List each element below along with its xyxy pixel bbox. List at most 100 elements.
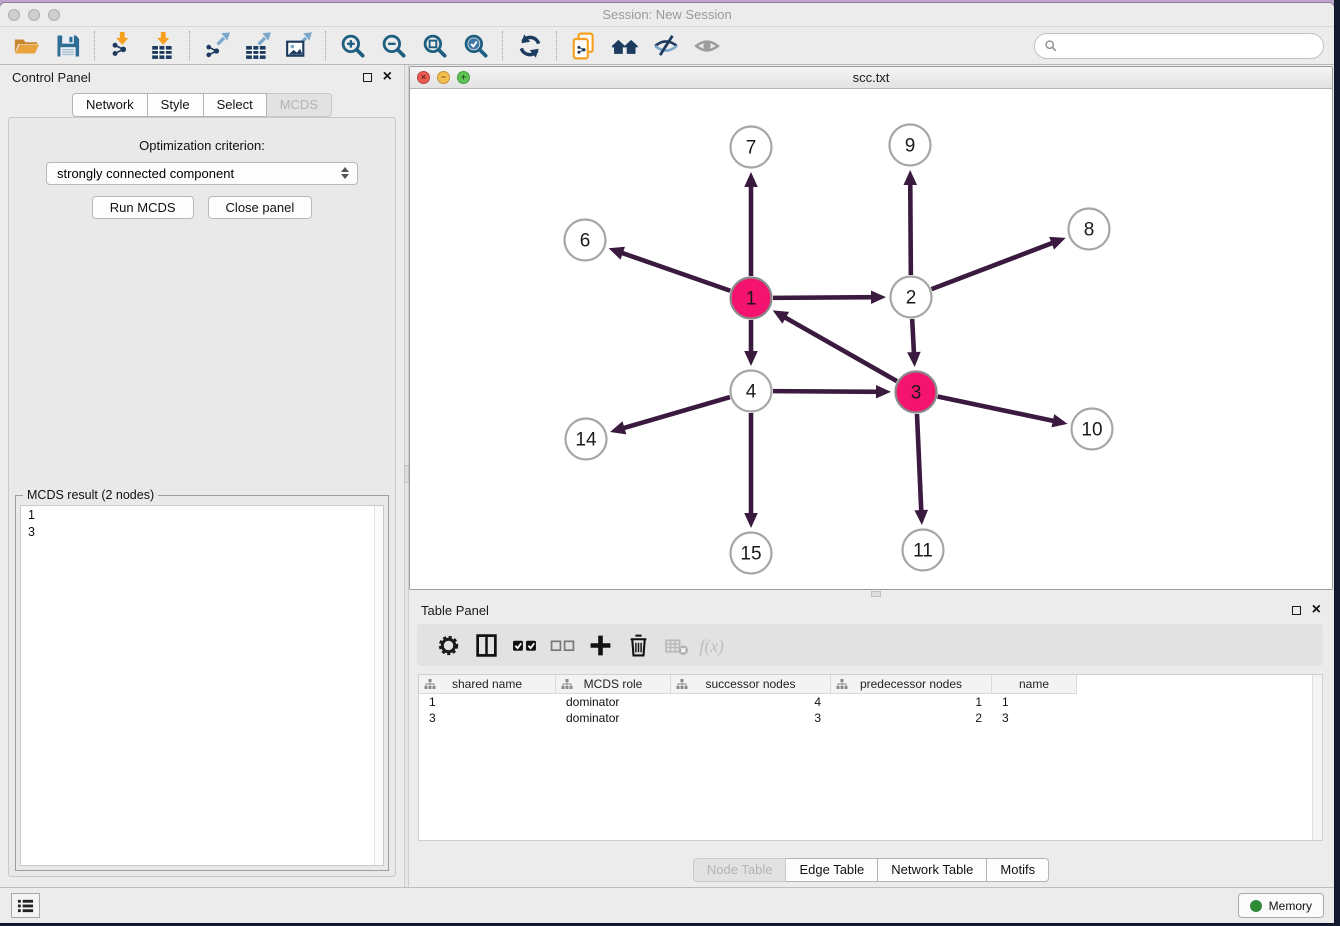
table-cell[interactable]: 2 xyxy=(831,711,992,725)
zoom-out-button[interactable] xyxy=(373,29,414,62)
task-history-button[interactable] xyxy=(11,893,40,918)
open-session-button[interactable] xyxy=(6,29,47,62)
node-15[interactable]: 15 xyxy=(731,533,772,574)
zoom-fit-button[interactable] xyxy=(414,29,455,62)
node-3[interactable]: 3 xyxy=(896,372,937,413)
save-session-button[interactable] xyxy=(47,29,88,62)
edge-4-3[interactable] xyxy=(773,385,891,399)
hide-eye-icon xyxy=(652,32,680,60)
edge-1-4[interactable] xyxy=(744,320,758,366)
tab-select[interactable]: Select xyxy=(204,93,267,117)
import-network-button[interactable] xyxy=(101,29,142,62)
splitter-grip[interactable] xyxy=(871,591,881,597)
zoom-in-icon xyxy=(339,32,367,60)
result-line: 1 xyxy=(28,507,383,524)
table-panel: Table Panel × f(x) shared nameMCDS roles… xyxy=(409,598,1333,887)
network-view-window: × − + scc.txt 1234678910111415 xyxy=(409,66,1333,590)
node-7[interactable]: 7 xyxy=(731,127,772,168)
svg-text:2: 2 xyxy=(906,288,917,309)
edge-2-9[interactable] xyxy=(903,170,917,275)
result-scrollbar[interactable] xyxy=(374,506,383,865)
edge-4-14[interactable] xyxy=(610,397,730,434)
table-row[interactable]: 3dominator323 xyxy=(419,710,1322,726)
tab-network[interactable]: Network xyxy=(72,93,148,117)
edge-2-3[interactable] xyxy=(907,319,921,367)
column-type-icon xyxy=(424,678,436,690)
edge-3-1[interactable] xyxy=(773,310,897,381)
table-cell[interactable]: 4 xyxy=(671,695,831,709)
show-columns-button[interactable] xyxy=(467,628,505,662)
delete-column-button[interactable] xyxy=(619,628,657,662)
close-panel-icon[interactable]: × xyxy=(1312,602,1321,618)
column-header-name[interactable]: name xyxy=(992,675,1077,693)
edge-2-8[interactable] xyxy=(932,237,1066,289)
node-6[interactable]: 6 xyxy=(565,220,606,261)
copy-network-button[interactable] xyxy=(563,29,604,62)
zoom-fit-icon xyxy=(421,32,449,60)
node-2[interactable]: 2 xyxy=(891,277,932,318)
table-scrollbar[interactable] xyxy=(1312,675,1322,840)
column-header-successor-nodes[interactable]: successor nodes xyxy=(671,675,831,693)
tab-mcds[interactable]: MCDS xyxy=(267,93,332,117)
column-header-shared-name[interactable]: shared name xyxy=(419,675,556,693)
table-row[interactable]: 1dominator411 xyxy=(419,694,1322,710)
edge-1-7[interactable] xyxy=(744,172,758,276)
node-8[interactable]: 8 xyxy=(1069,209,1110,250)
table-cell[interactable]: 3 xyxy=(992,711,1077,725)
node-11[interactable]: 11 xyxy=(903,530,944,571)
table-cell[interactable]: 1 xyxy=(419,695,556,709)
tab-motifs[interactable]: Motifs xyxy=(987,858,1049,882)
tab-node-table[interactable]: Node Table xyxy=(693,858,787,882)
node-4[interactable]: 4 xyxy=(731,371,772,412)
column-header-predecessor-nodes[interactable]: predecessor nodes xyxy=(831,675,992,693)
close-panel-button[interactable]: Close panel xyxy=(208,196,313,219)
table-cell[interactable]: 3 xyxy=(671,711,831,725)
node-14[interactable]: 14 xyxy=(566,419,607,460)
table-cell[interactable]: dominator xyxy=(556,695,671,709)
column-header-MCDS-role[interactable]: MCDS role xyxy=(556,675,671,693)
edge-1-6[interactable] xyxy=(609,247,731,291)
table-cell[interactable]: 3 xyxy=(419,711,556,725)
horizontal-splitter[interactable] xyxy=(409,590,1333,598)
float-panel-icon[interactable] xyxy=(363,73,372,82)
memory-button[interactable]: Memory xyxy=(1238,893,1324,918)
node-9[interactable]: 9 xyxy=(890,125,931,166)
node-10[interactable]: 10 xyxy=(1072,409,1113,450)
optimization-criterion-dropdown[interactable]: strongly connected component xyxy=(46,162,358,185)
svg-text:15: 15 xyxy=(740,544,761,565)
run-mcds-button[interactable]: Run MCDS xyxy=(92,196,194,219)
table-cell[interactable]: 1 xyxy=(992,695,1077,709)
table-body: 1dominator4113dominator323 xyxy=(419,694,1322,726)
edge-3-11[interactable] xyxy=(914,414,928,525)
control-panel: Control Panel × NetworkStyleSelectMCDS O… xyxy=(0,65,404,887)
export-table-button[interactable] xyxy=(237,29,278,62)
search-input[interactable] xyxy=(1063,39,1314,53)
export-table-icon xyxy=(244,32,272,60)
export-image-button[interactable] xyxy=(278,29,319,62)
svg-text:4: 4 xyxy=(746,382,757,403)
import-table-button[interactable] xyxy=(142,29,183,62)
zoom-selected-button[interactable] xyxy=(455,29,496,62)
table-options-button[interactable] xyxy=(429,628,467,662)
first-neighbors-button[interactable] xyxy=(604,29,645,62)
show-all-button xyxy=(686,29,727,62)
float-panel-icon[interactable] xyxy=(1292,606,1301,615)
edge-3-10[interactable] xyxy=(938,397,1068,428)
create-column-button[interactable] xyxy=(581,628,619,662)
deselect-all-rows-button[interactable] xyxy=(543,628,581,662)
edge-4-15[interactable] xyxy=(744,413,758,528)
tab-network-table[interactable]: Network Table xyxy=(878,858,987,882)
hide-selected-button[interactable] xyxy=(645,29,686,62)
column-type-icon xyxy=(676,678,688,690)
tab-style[interactable]: Style xyxy=(148,93,204,117)
export-network-button[interactable] xyxy=(196,29,237,62)
zoom-in-button[interactable] xyxy=(332,29,373,62)
tab-edge-table[interactable]: Edge Table xyxy=(786,858,878,882)
select-all-rows-button[interactable] xyxy=(505,628,543,662)
close-panel-icon[interactable]: × xyxy=(383,69,392,85)
edge-1-2[interactable] xyxy=(773,290,886,304)
node-1[interactable]: 1 xyxy=(731,278,772,319)
table-cell[interactable]: 1 xyxy=(831,695,992,709)
table-cell[interactable]: dominator xyxy=(556,711,671,725)
apply-layout-button[interactable] xyxy=(509,29,550,62)
